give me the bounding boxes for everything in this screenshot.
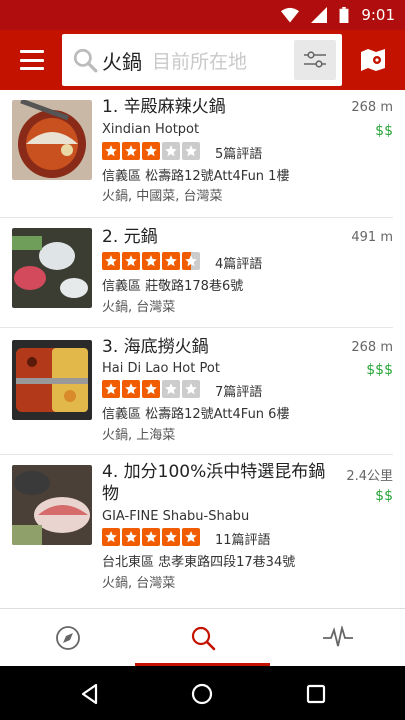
star-icon xyxy=(162,142,180,160)
app-bar: 火鍋 目前所在地 xyxy=(0,30,405,90)
back-icon[interactable] xyxy=(78,682,102,706)
restaurant-name[interactable]: 3. 海底撈火鍋 xyxy=(102,336,209,358)
tab-nearby[interactable] xyxy=(0,609,135,667)
restaurant-categories: 火鍋, 中國菜, 台灣菜 xyxy=(102,189,223,204)
home-icon[interactable] xyxy=(190,682,214,706)
search-icon xyxy=(191,626,215,651)
restaurant-photo xyxy=(12,228,92,308)
star-icon xyxy=(142,380,160,398)
recents-icon[interactable] xyxy=(304,682,328,706)
search-query[interactable]: 火鍋 xyxy=(102,46,142,75)
distance-label: 491 m xyxy=(351,230,393,245)
star-icon xyxy=(162,528,180,546)
star-icon xyxy=(102,380,120,398)
star-icon xyxy=(122,528,140,546)
status-time: 9:01 xyxy=(361,6,395,24)
restaurant-address: 信義區 莊敬路178巷6號 xyxy=(102,279,244,294)
restaurant-name[interactable]: 4. 加分100%浜中特選昆布鍋 xyxy=(102,461,325,483)
price-level: $$ xyxy=(375,488,393,504)
search-icon xyxy=(73,48,98,73)
list-item[interactable]: 4. 加分100%浜中特選昆布鍋 物 GIA-FINE Shabu-Shabu … xyxy=(0,455,393,605)
bottom-tab-bar xyxy=(0,608,405,667)
star-icon xyxy=(162,252,180,270)
review-count: 4篇評語 xyxy=(215,257,263,272)
star-icon xyxy=(182,252,200,270)
map-icon[interactable] xyxy=(360,48,386,72)
results-list: 1. 辛殿麻辣火鍋 Xindian Hotpot 5篇評語 信義區 松壽路12號… xyxy=(0,90,405,608)
distance-label: 268 m xyxy=(351,100,393,115)
tab-search[interactable] xyxy=(135,609,270,667)
cell-signal-icon xyxy=(311,7,328,23)
star-icon xyxy=(182,142,200,160)
system-nav-bar xyxy=(0,666,405,720)
star-icon xyxy=(102,252,120,270)
list-item[interactable]: 3. 海底撈火鍋 Hai Di Lao Hot Pot 7篇評語 信義區 松壽路… xyxy=(0,328,393,455)
filter-sliders-icon xyxy=(304,51,326,68)
restaurant-subtitle: GIA-FINE Shabu-Shabu xyxy=(102,509,250,524)
review-count: 11篇評語 xyxy=(215,533,271,548)
star-icon xyxy=(102,142,120,160)
restaurant-categories: 火鍋, 台灣菜 xyxy=(102,576,176,591)
star-rating xyxy=(102,142,200,160)
star-rating xyxy=(102,380,200,398)
activity-icon xyxy=(322,626,353,647)
star-icon xyxy=(122,252,140,270)
price-level: $$ xyxy=(375,123,393,139)
restaurant-address: 台北東區 忠孝東路四段17巷34號 xyxy=(102,555,296,570)
review-count: 7篇評語 xyxy=(215,385,263,400)
restaurant-subtitle: Xindian Hotpot xyxy=(102,122,200,137)
restaurant-categories: 火鍋, 台灣菜 xyxy=(102,300,176,315)
restaurant-photo xyxy=(12,465,92,545)
star-rating xyxy=(102,528,200,546)
navigation-arrow-icon xyxy=(55,626,80,650)
list-item[interactable]: 2. 元鍋 4篇評語 信義區 莊敬路178巷6號 火鍋, 台灣菜 491 m xyxy=(0,218,393,328)
menu-icon[interactable] xyxy=(20,50,44,70)
restaurant-categories: 火鍋, 上海菜 xyxy=(102,428,176,443)
battery-icon xyxy=(339,7,349,23)
distance-label: 2.4公里 xyxy=(346,469,393,484)
star-icon xyxy=(122,380,140,398)
restaurant-name-line2[interactable]: 物 xyxy=(102,483,119,505)
star-icon xyxy=(182,380,200,398)
restaurant-photo xyxy=(12,100,92,180)
filter-button[interactable] xyxy=(294,40,336,80)
star-icon xyxy=(142,142,160,160)
location-field[interactable]: 目前所在地 xyxy=(152,47,247,74)
restaurant-name[interactable]: 1. 辛殿麻辣火鍋 xyxy=(102,96,226,118)
price-level: $$$ xyxy=(366,362,393,378)
star-icon xyxy=(102,528,120,546)
search-box[interactable]: 火鍋 目前所在地 xyxy=(62,34,342,86)
list-item[interactable]: 1. 辛殿麻辣火鍋 Xindian Hotpot 5篇評語 信義區 松壽路12號… xyxy=(0,90,393,218)
star-icon xyxy=(182,528,200,546)
restaurant-photo xyxy=(12,340,92,420)
restaurant-address: 信義區 松壽路12號Att4Fun 6樓 xyxy=(102,407,290,422)
restaurant-subtitle: Hai Di Lao Hot Pot xyxy=(102,361,220,376)
restaurant-name[interactable]: 2. 元鍋 xyxy=(102,226,158,248)
star-rating xyxy=(102,252,200,270)
wifi-icon xyxy=(281,7,300,23)
tab-activity[interactable] xyxy=(270,609,405,667)
star-icon xyxy=(142,252,160,270)
distance-label: 268 m xyxy=(351,340,393,355)
star-icon xyxy=(122,142,140,160)
star-icon xyxy=(142,528,160,546)
restaurant-address: 信義區 松壽路12號Att4Fun 1樓 xyxy=(102,169,290,184)
review-count: 5篇評語 xyxy=(215,147,263,162)
star-icon xyxy=(162,380,180,398)
status-bar: 9:01 xyxy=(0,0,405,30)
